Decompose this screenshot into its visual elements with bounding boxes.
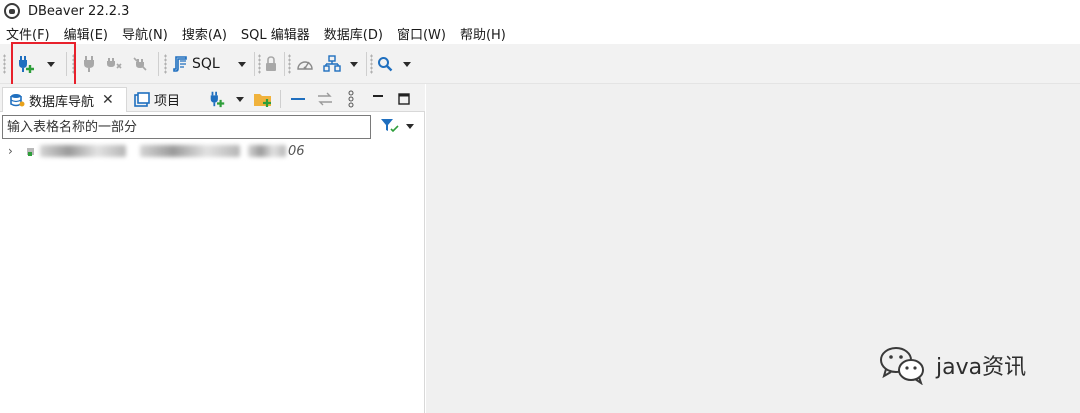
toolbar-grip[interactable] bbox=[164, 54, 167, 74]
chevron-down-icon bbox=[238, 61, 246, 67]
menu-help[interactable]: 帮助(H) bbox=[460, 24, 506, 43]
connect-button[interactable] bbox=[79, 53, 99, 75]
collapse-all-button[interactable] bbox=[288, 88, 308, 110]
disconnect-icon bbox=[107, 58, 122, 69]
invalidate-reconnect-icon bbox=[133, 57, 147, 71]
filter-options-button[interactable] bbox=[380, 118, 414, 134]
toolbar-grip[interactable] bbox=[288, 54, 291, 74]
dashboard-icon bbox=[297, 61, 313, 70]
filter-icon bbox=[381, 119, 399, 133]
link-with-editor-icon bbox=[318, 92, 332, 106]
search-button[interactable] bbox=[375, 53, 395, 75]
toolbar-grip[interactable] bbox=[258, 54, 261, 74]
main-toolbar: SQL bbox=[0, 44, 1080, 84]
toolbar-separator bbox=[280, 90, 281, 108]
maximize-button[interactable] bbox=[396, 88, 412, 110]
minimize-icon bbox=[373, 95, 383, 97]
link-with-editor-button[interactable] bbox=[314, 88, 336, 110]
toolbar-separator bbox=[66, 52, 67, 76]
watermark: java资讯 bbox=[878, 345, 1026, 385]
sql-editor-dropdown[interactable] bbox=[236, 53, 248, 75]
invalidate-reconnect-button[interactable] bbox=[130, 53, 150, 75]
new-connection-icon bbox=[19, 56, 34, 73]
view-menu-button[interactable] bbox=[344, 88, 358, 110]
redacted-connection-name bbox=[40, 145, 126, 157]
toolbar-grip[interactable] bbox=[72, 54, 75, 74]
panel-new-connection-button[interactable] bbox=[206, 88, 228, 110]
disconnect-button[interactable] bbox=[104, 53, 124, 75]
table-name-filter-input[interactable] bbox=[2, 115, 371, 139]
lock-icon bbox=[266, 56, 276, 71]
toolbar-separator bbox=[158, 52, 159, 76]
menu-edit[interactable]: 编辑(E) bbox=[64, 24, 108, 43]
database-navigator-icon bbox=[10, 94, 25, 107]
menu-window[interactable]: 窗口(W) bbox=[397, 24, 446, 43]
menu-file[interactable]: 文件(F) bbox=[6, 24, 50, 43]
chevron-right-icon[interactable]: › bbox=[8, 144, 18, 158]
erd-button[interactable] bbox=[321, 53, 343, 75]
erd-dropdown[interactable] bbox=[348, 53, 360, 75]
new-connection-dropdown[interactable] bbox=[44, 53, 58, 75]
redacted-connection-host bbox=[140, 145, 240, 157]
sql-editor-button[interactable]: SQL bbox=[172, 53, 230, 75]
menu-bar: 文件(F) 编辑(E) 导航(N) 搜索(A) SQL 编辑器 数据库(D) 窗… bbox=[0, 22, 1080, 44]
panel-new-connection-dropdown[interactable] bbox=[234, 88, 246, 110]
wechat-logo-icon bbox=[880, 347, 924, 385]
chevron-down-icon bbox=[406, 123, 414, 129]
search-dropdown[interactable] bbox=[401, 53, 413, 75]
title-bar: DBeaver 22.2.3 bbox=[0, 0, 1080, 22]
tab-database-navigator-label: 数据库导航 bbox=[29, 94, 95, 110]
toolbar-separator bbox=[254, 52, 255, 76]
new-folder-button[interactable] bbox=[252, 88, 274, 110]
minimize-button[interactable] bbox=[370, 88, 386, 110]
sql-editor-icon bbox=[173, 56, 187, 72]
menu-search[interactable]: 搜索(A) bbox=[182, 24, 227, 43]
collapse-all-icon bbox=[291, 98, 305, 100]
menu-navigate[interactable]: 导航(N) bbox=[122, 24, 168, 43]
toolbar-grip[interactable] bbox=[3, 54, 6, 74]
chevron-down-icon bbox=[403, 61, 411, 67]
mysql-connection-icon bbox=[27, 148, 34, 156]
search-icon bbox=[378, 57, 393, 72]
menu-database[interactable]: 数据库(D) bbox=[324, 24, 383, 43]
connect-icon bbox=[84, 56, 94, 72]
more-vertical-icon bbox=[348, 90, 354, 108]
new-connection-icon bbox=[210, 91, 225, 108]
erd-icon bbox=[323, 55, 341, 72]
dbeaver-logo-icon bbox=[4, 3, 20, 19]
menu-sql-editor[interactable]: SQL 编辑器 bbox=[241, 24, 310, 43]
dashboard-button[interactable] bbox=[294, 53, 316, 75]
close-icon[interactable]: ✕ bbox=[102, 92, 114, 108]
redacted-connection-port bbox=[248, 145, 286, 157]
maximize-icon bbox=[398, 93, 410, 105]
navigator-tabbar: 数据库导航 ✕ 项目 bbox=[0, 84, 425, 112]
window-title: DBeaver 22.2.3 bbox=[28, 3, 130, 19]
watermark-text: java资讯 bbox=[936, 355, 1027, 380]
database-navigator-panel: 数据库导航 ✕ 项目 输入表格名称的一部分 › 06 bbox=[0, 84, 425, 413]
tab-database-navigator[interactable]: 数据库导航 ✕ bbox=[2, 87, 127, 112]
tab-projects[interactable]: 项目 bbox=[132, 87, 192, 112]
transaction-lock-button[interactable] bbox=[262, 53, 280, 75]
navigator-filter-row bbox=[0, 114, 425, 140]
new-folder-icon bbox=[254, 94, 271, 107]
chevron-down-icon bbox=[350, 61, 358, 67]
tree-item-label-suffix: 06 bbox=[288, 143, 305, 159]
tab-projects-label: 项目 bbox=[154, 94, 181, 109]
toolbar-separator bbox=[366, 52, 367, 76]
new-connection-button[interactable] bbox=[14, 53, 38, 75]
sql-editor-label: SQL bbox=[192, 56, 220, 72]
chevron-down-icon bbox=[47, 61, 55, 67]
tree-item-connection[interactable]: › 06 bbox=[0, 142, 425, 160]
chevron-down-icon bbox=[236, 96, 244, 102]
toolbar-separator bbox=[284, 52, 285, 76]
toolbar-grip[interactable] bbox=[370, 54, 373, 74]
projects-icon bbox=[134, 91, 150, 107]
